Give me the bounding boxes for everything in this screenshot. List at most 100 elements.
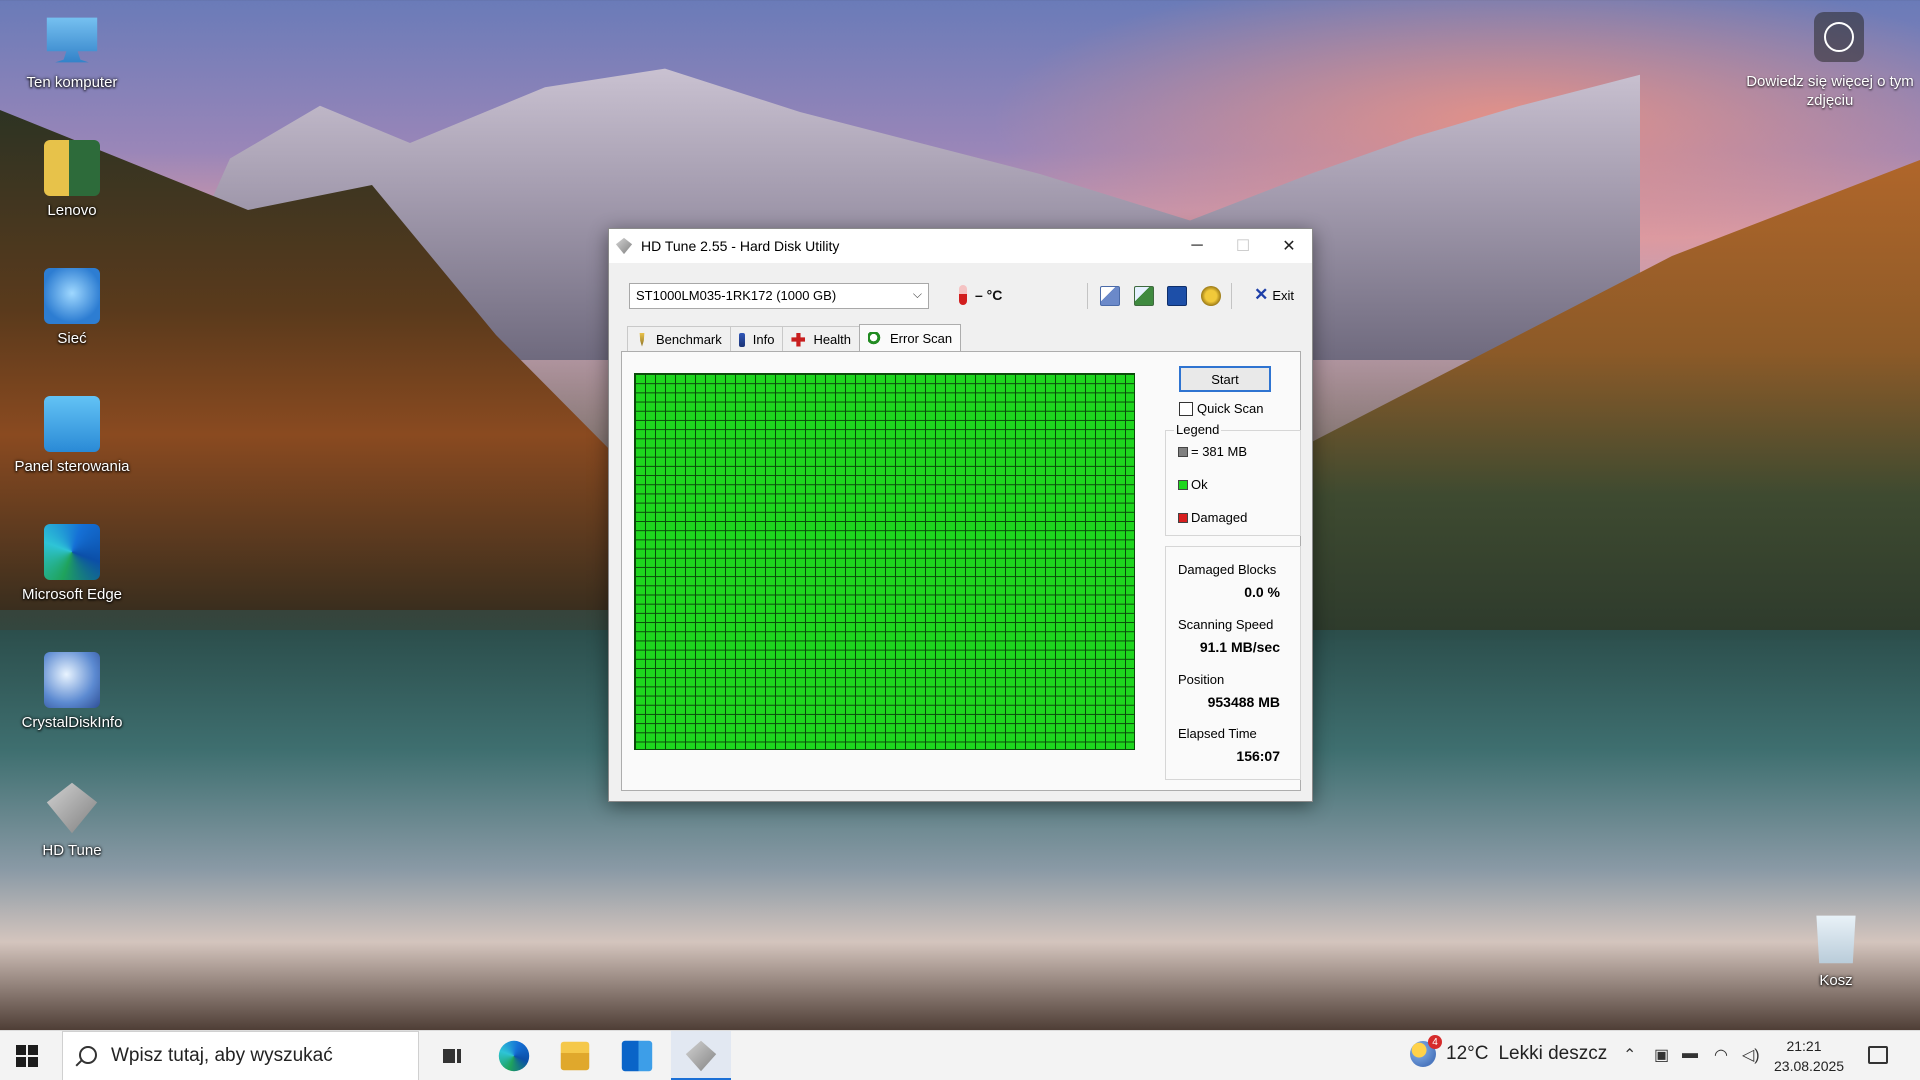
- desktop-icon-computer[interactable]: Ten komputer: [12, 12, 132, 91]
- quick-scan-checkbox[interactable]: Quick Scan: [1179, 401, 1263, 416]
- scan-block-grid: [634, 373, 1135, 750]
- legend-title: Legend: [1174, 422, 1222, 437]
- legend-damaged: Damaged: [1178, 510, 1247, 525]
- info-icon: [738, 332, 745, 347]
- quick-scan-label: Quick Scan: [1197, 401, 1264, 416]
- tab-label: Benchmark: [656, 332, 722, 347]
- weather-widget[interactable]: 4 12°C Lekki deszcz: [1410, 1035, 1608, 1067]
- tab-health[interactable]: Health: [782, 326, 861, 352]
- taskbar-search[interactable]: Wpisz tutaj, aby wyszukać: [62, 1031, 419, 1080]
- scanning-speed-label: Scanning Speed: [1178, 617, 1274, 632]
- weather-badge: 4: [1428, 1035, 1442, 1049]
- spotlight-camera-button[interactable]: [1814, 12, 1864, 62]
- title-bar[interactable]: HD Tune 2.55 - Hard Disk Utility ─ ☐ ✕: [609, 229, 1312, 263]
- save-icon[interactable]: [1167, 286, 1187, 306]
- thermometer-icon: [959, 285, 967, 305]
- drive-select[interactable]: ST1000LM035-1RK172 (1000 GB) ⌵: [629, 283, 929, 309]
- tab-label: Error Scan: [890, 331, 953, 346]
- tab-label: Info: [752, 332, 775, 347]
- edge-icon: [44, 524, 100, 580]
- window-title: HD Tune 2.55 - Hard Disk Utility: [641, 238, 840, 254]
- wifi-icon[interactable]: ◠: [1714, 1045, 1728, 1065]
- exit-label: Exit: [1272, 287, 1294, 303]
- recycle-bin-icon: [1816, 915, 1856, 964]
- copy-text-icon[interactable]: [1100, 286, 1120, 306]
- clock-time: 21:21: [1786, 1038, 1822, 1054]
- minimize-button[interactable]: ─: [1174, 229, 1220, 263]
- position-value: 953488 MB: [1207, 694, 1280, 710]
- scanning-speed-value: 91.1 MB/sec: [1199, 639, 1280, 655]
- copy-screenshot-icon[interactable]: [1134, 286, 1154, 306]
- volume-icon[interactable]: ◁): [1742, 1045, 1760, 1065]
- damaged-blocks-value: 0.0 %: [1244, 584, 1280, 600]
- desktop-icon-lenovo[interactable]: Lenovo: [12, 140, 132, 219]
- close-button[interactable]: ✕: [1266, 229, 1312, 263]
- desktop-icon-edge[interactable]: Microsoft Edge: [12, 524, 132, 603]
- search-placeholder: Wpisz tutaj, aby wyszukać: [111, 1045, 333, 1066]
- task-view-icon[interactable]: [433, 1037, 471, 1075]
- desktop-icon-label: Lenovo: [47, 202, 97, 219]
- stats-box: [1165, 546, 1301, 780]
- taskbar: Wpisz tutaj, aby wyszukać 4 12°C Lekki d…: [0, 1030, 1920, 1080]
- desktop-icon-hdtune[interactable]: HD Tune: [12, 780, 132, 859]
- damaged-blocks-label: Damaged Blocks: [1178, 562, 1277, 577]
- crystaldiskinfo-icon: [44, 652, 100, 708]
- desktop-icon-network[interactable]: Sieć: [12, 268, 132, 347]
- desktop-icon-label: HD Tune: [42, 842, 102, 859]
- gray-swatch-icon: [1178, 446, 1188, 457]
- red-swatch-icon: [1178, 512, 1188, 523]
- toolbar-separator: [1231, 283, 1232, 309]
- error-scan-panel: Start Quick Scan Legend = 381 MB Ok Dama…: [621, 351, 1301, 791]
- start-button[interactable]: Start: [1179, 366, 1271, 392]
- legend-ok-label: Ok: [1191, 477, 1208, 492]
- hdtune-app-icon: [615, 237, 633, 255]
- desktop-icon-label: Ten komputer: [26, 74, 118, 91]
- spotlight-info-text[interactable]: Dowiedz się więcej o tym zdjęciu: [1740, 72, 1920, 110]
- desktop-icon-label: CrystalDiskInfo: [21, 714, 123, 731]
- tab-benchmark[interactable]: Benchmark: [627, 326, 731, 352]
- taskbar-file-explorer-icon[interactable]: [560, 1041, 590, 1071]
- user-folder-icon: [44, 140, 100, 196]
- tab-bar: Benchmark Info Health Error Scan: [627, 324, 962, 352]
- taskbar-outlook-icon[interactable]: [621, 1040, 653, 1072]
- desktop-icon-label: Microsoft Edge: [21, 586, 123, 603]
- tab-error-scan[interactable]: Error Scan: [859, 324, 962, 352]
- meet-icon[interactable]: ▣: [1654, 1045, 1669, 1065]
- toolbar-separator: [1087, 283, 1088, 309]
- desktop-icon-recycle-bin[interactable]: Kosz: [1776, 910, 1896, 989]
- chevron-down-icon: ⌵: [912, 287, 922, 301]
- desktop-icon-label: Kosz: [1819, 972, 1853, 989]
- weather-desc: Lekki deszcz: [1498, 1043, 1608, 1064]
- elapsed-time-value: 156:07: [1236, 748, 1280, 764]
- maximize-button: ☐: [1235, 238, 1251, 255]
- clock-date: 23.08.2025: [1774, 1058, 1845, 1074]
- toolbar: ST1000LM035-1RK172 (1000 GB) ⌵ – °C ✕ Ex…: [629, 281, 1294, 313]
- notification-center-icon[interactable]: [1868, 1046, 1888, 1064]
- taskbar-edge-icon[interactable]: [498, 1040, 530, 1072]
- weather-temp: 12°C: [1446, 1043, 1489, 1064]
- network-icon: [44, 268, 100, 324]
- exit-button[interactable]: ✕ Exit: [1254, 285, 1294, 305]
- taskbar-clock[interactable]: 21:21 23.08.2025: [1774, 1036, 1845, 1076]
- green-swatch-icon: [1178, 479, 1188, 490]
- start-button-windows[interactable]: [16, 1045, 38, 1067]
- computer-icon: [46, 17, 98, 63]
- hdtune-window: HD Tune 2.55 - Hard Disk Utility ─ ☐ ✕ S…: [608, 228, 1313, 802]
- elapsed-time-label: Elapsed Time: [1178, 726, 1257, 741]
- drive-select-value: ST1000LM035-1RK172 (1000 GB): [636, 288, 837, 303]
- desktop-icon-crystaldiskinfo[interactable]: CrystalDiskInfo: [12, 652, 132, 731]
- tab-label: Health: [813, 332, 852, 347]
- search-icon: [79, 1046, 97, 1064]
- hdtune-icon: [46, 782, 98, 834]
- tab-info[interactable]: Info: [729, 326, 784, 352]
- legend-block-size-label: = 381 MB: [1191, 444, 1248, 459]
- checkbox-icon: [1179, 401, 1193, 416]
- battery-icon[interactable]: ▬: [1682, 1045, 1698, 1063]
- chevron-up-icon[interactable]: ⌃: [1623, 1045, 1636, 1065]
- position-label: Position: [1178, 672, 1225, 687]
- desktop-icon-control-panel[interactable]: Panel sterowania: [12, 396, 132, 475]
- options-icon[interactable]: [1201, 286, 1221, 306]
- legend-damaged-label: Damaged: [1191, 510, 1248, 525]
- desktop-icon-label: Sieć: [57, 330, 87, 347]
- legend-ok: Ok: [1178, 477, 1208, 492]
